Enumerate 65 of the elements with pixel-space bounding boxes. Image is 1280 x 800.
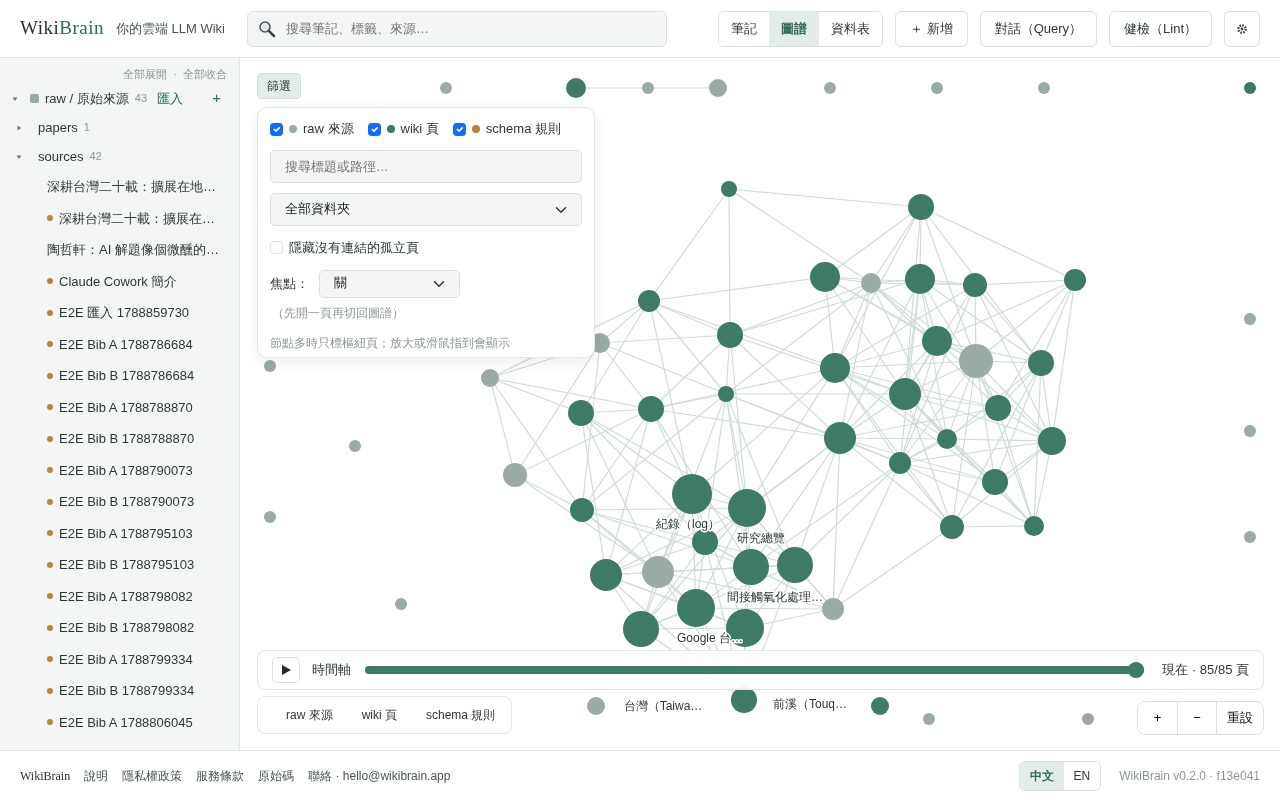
node-label: 台灣（Taiwa… bbox=[623, 699, 703, 713]
timeline-label: 時間軸 bbox=[312, 661, 351, 680]
tagline: 你的雲端 LLM Wiki bbox=[115, 19, 225, 38]
type-label: raw 來源 bbox=[303, 120, 354, 139]
tree-item[interactable]: E2E Bib B 1788799334 bbox=[59, 681, 195, 701]
note-text: 節點多時只標樞紐頁；放大或滑鼠指到會顯示 bbox=[270, 334, 511, 352]
hint-text: （先開一頁再切回圖譜） bbox=[272, 304, 405, 322]
footer-brand: WikiBrain bbox=[20, 767, 71, 785]
tree-item[interactable]: E2E Bib A 1788798082 bbox=[59, 586, 193, 606]
tree-item[interactable]: E2E Bib A 1788799334 bbox=[59, 649, 193, 669]
footer-link[interactable]: 服務條款 bbox=[196, 766, 245, 785]
node-label: 紀錄（log） bbox=[656, 517, 720, 531]
zoom-button[interactable]: 重設 bbox=[1216, 702, 1263, 734]
type-label: schema 規則 bbox=[485, 120, 561, 139]
view-tab[interactable]: 圖譜 bbox=[769, 11, 819, 46]
language-toggle[interactable]: 中文 bbox=[1019, 761, 1064, 790]
toolbar-button[interactable]: 健檢（Lint） bbox=[1109, 10, 1212, 47]
node-label: Google 台… bbox=[677, 631, 743, 645]
tree-item[interactable]: E2E Bib A 1788786684 bbox=[59, 334, 193, 354]
tree-item[interactable]: 陶哲軒：AI 解題像個微醺的… bbox=[47, 240, 219, 260]
tree-item[interactable]: 深耕台灣二十載：擴展在… bbox=[59, 208, 215, 228]
timeline-reading: 現在 · 85/85 頁 bbox=[1162, 661, 1249, 680]
node-label: 研究總覽 bbox=[737, 531, 785, 545]
footer-link[interactable]: 說明 bbox=[84, 766, 109, 785]
toolbar-button[interactable]: ＋ 新增 bbox=[895, 10, 968, 47]
tree-item[interactable]: E2E Bib A 1788790073 bbox=[59, 460, 193, 480]
tree-item[interactable]: E2E Bib B 1788795103 bbox=[59, 555, 195, 575]
node-label: 間接觸氧化處理… bbox=[727, 590, 823, 604]
node-label: 前溪（Touq… bbox=[773, 697, 847, 711]
separator-dot: · bbox=[173, 66, 177, 82]
import-link[interactable]: 匯入 bbox=[157, 88, 184, 109]
tree-folder[interactable]: raw / 原始來源 bbox=[45, 88, 129, 109]
legend-label: schema 規則 bbox=[426, 707, 496, 724]
legend-label: raw 來源 bbox=[286, 707, 333, 724]
toolbar-button[interactable]: 對話（Query） bbox=[979, 10, 1098, 47]
tree-item[interactable]: E2E Bib A 1788806045 bbox=[59, 712, 193, 732]
logo: WikiBrain bbox=[20, 16, 104, 41]
search-field[interactable]: 搜尋筆記、標籤、來源… bbox=[247, 10, 667, 47]
type-label: wiki 頁 bbox=[400, 120, 439, 139]
filter-button[interactable]: 篩選 bbox=[257, 73, 301, 99]
item-count: 1 bbox=[83, 120, 90, 136]
focus-label: 焦點： bbox=[270, 274, 309, 293]
checkbox-label: 隱藏沒有連結的孤立頁 bbox=[289, 239, 419, 257]
item-count: 42 bbox=[89, 149, 102, 165]
tree-item[interactable]: E2E Bib B 1788788870 bbox=[59, 429, 195, 449]
add-button[interactable]: + bbox=[212, 87, 221, 110]
legend-label: wiki 頁 bbox=[361, 707, 397, 724]
tree-item[interactable]: E2E 匯入 1788859730 bbox=[59, 303, 190, 323]
footer-link[interactable]: 原始碼 bbox=[258, 766, 295, 785]
tree-item[interactable]: E2E Bib B 1788790073 bbox=[59, 492, 195, 512]
search-field[interactable]: 搜尋標題或路徑… bbox=[270, 150, 582, 183]
tree-folder[interactable]: papers bbox=[38, 117, 78, 138]
footer-link[interactable]: 隱私權政策 bbox=[122, 766, 183, 785]
tree-item[interactable]: E2E Bib B 1788798082 bbox=[59, 618, 195, 638]
tree-folder[interactable]: sources bbox=[38, 146, 84, 167]
contact-text: 聯絡 · hello@wikibrain.app bbox=[308, 767, 451, 785]
folder-select[interactable]: 全部資料夾 bbox=[270, 193, 582, 226]
tree-item[interactable]: E2E Bib A 1788788870 bbox=[59, 397, 193, 417]
tree-item[interactable]: 深耕台灣二十載：擴展在地… bbox=[47, 177, 216, 197]
tree-item[interactable]: E2E Bib A 1788795103 bbox=[59, 523, 193, 543]
tree-item[interactable]: E2E Bib B 1788786684 bbox=[59, 366, 195, 386]
focus-select[interactable]: 關 bbox=[319, 269, 460, 298]
item-count: 43 bbox=[134, 91, 148, 107]
version-text: WikiBrain v0.2.0 · f13e041 bbox=[1119, 767, 1260, 785]
tree-item[interactable]: Claude Cowork 簡介 bbox=[59, 271, 178, 291]
